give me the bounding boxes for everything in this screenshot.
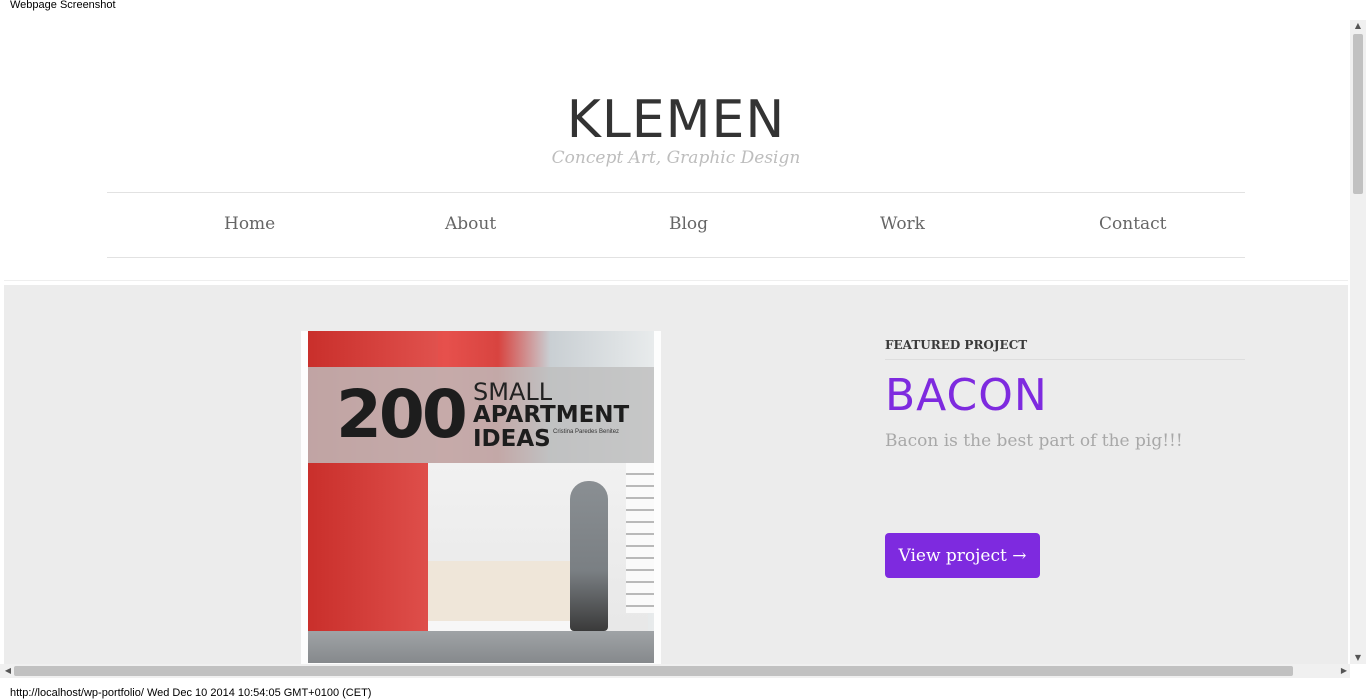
cover-author: Cristina Paredes Benitez	[553, 429, 620, 435]
cover-line-ideas: IDEAS	[473, 426, 551, 452]
scroll-down-arrow-icon[interactable]: ▼	[1350, 652, 1366, 664]
header-divider	[4, 280, 1348, 281]
view-project-button[interactable]: View project →	[885, 533, 1040, 578]
vertical-scroll-thumb[interactable]	[1353, 34, 1363, 194]
featured-project-description: Bacon is the best part of the pig!!!	[885, 431, 1183, 451]
vertical-scrollbar[interactable]: ▲ ▼	[1350, 20, 1366, 664]
cover-bookshelf	[626, 463, 654, 613]
scroll-right-arrow-icon[interactable]: ▶	[1338, 664, 1350, 678]
horizontal-scrollbar[interactable]: ◀ ▶	[0, 664, 1350, 678]
page-viewport: KLEMEN Concept Art, Graphic Design Home …	[4, 14, 1348, 664]
status-line: http://localhost/wp-portfolio/ Wed Dec 1…	[10, 687, 372, 699]
nav-item-blog[interactable]: Blog	[669, 213, 708, 235]
featured-project-section: 200 SMALL APARTMENT IDEAS Cristina Pared…	[4, 285, 1348, 664]
nav-item-contact[interactable]: Contact	[1099, 213, 1167, 235]
main-navigation: Home About Blog Work Contact	[107, 192, 1245, 258]
scroll-up-arrow-icon[interactable]: ▲	[1350, 20, 1366, 32]
site-tagline: Concept Art, Graphic Design	[551, 148, 801, 168]
cover-person	[570, 481, 608, 631]
cover-line-apartment: APARTMENT	[473, 402, 630, 428]
nav-item-work[interactable]: Work	[880, 213, 925, 235]
book-cover-image: 200 SMALL APARTMENT IDEAS Cristina Pared…	[308, 331, 654, 663]
featured-project-image[interactable]: 200 SMALL APARTMENT IDEAS Cristina Pared…	[301, 331, 661, 664]
horizontal-scroll-thumb[interactable]	[14, 666, 1293, 676]
cover-floor	[308, 631, 654, 663]
browser-caption: Webpage Screenshot	[10, 0, 116, 11]
cover-bed	[428, 561, 578, 621]
featured-project-info: FEATURED PROJECT BACON Bacon is the best…	[885, 337, 1245, 578]
featured-project-title[interactable]: BACON	[885, 370, 1245, 422]
site-title[interactable]: KLEMEN	[4, 90, 1348, 150]
featured-project-label: FEATURED PROJECT	[885, 337, 1245, 360]
nav-item-about[interactable]: About	[445, 213, 496, 235]
scroll-left-arrow-icon[interactable]: ◀	[2, 664, 14, 678]
cover-number: 200	[336, 376, 468, 453]
nav-item-home[interactable]: Home	[224, 213, 275, 235]
